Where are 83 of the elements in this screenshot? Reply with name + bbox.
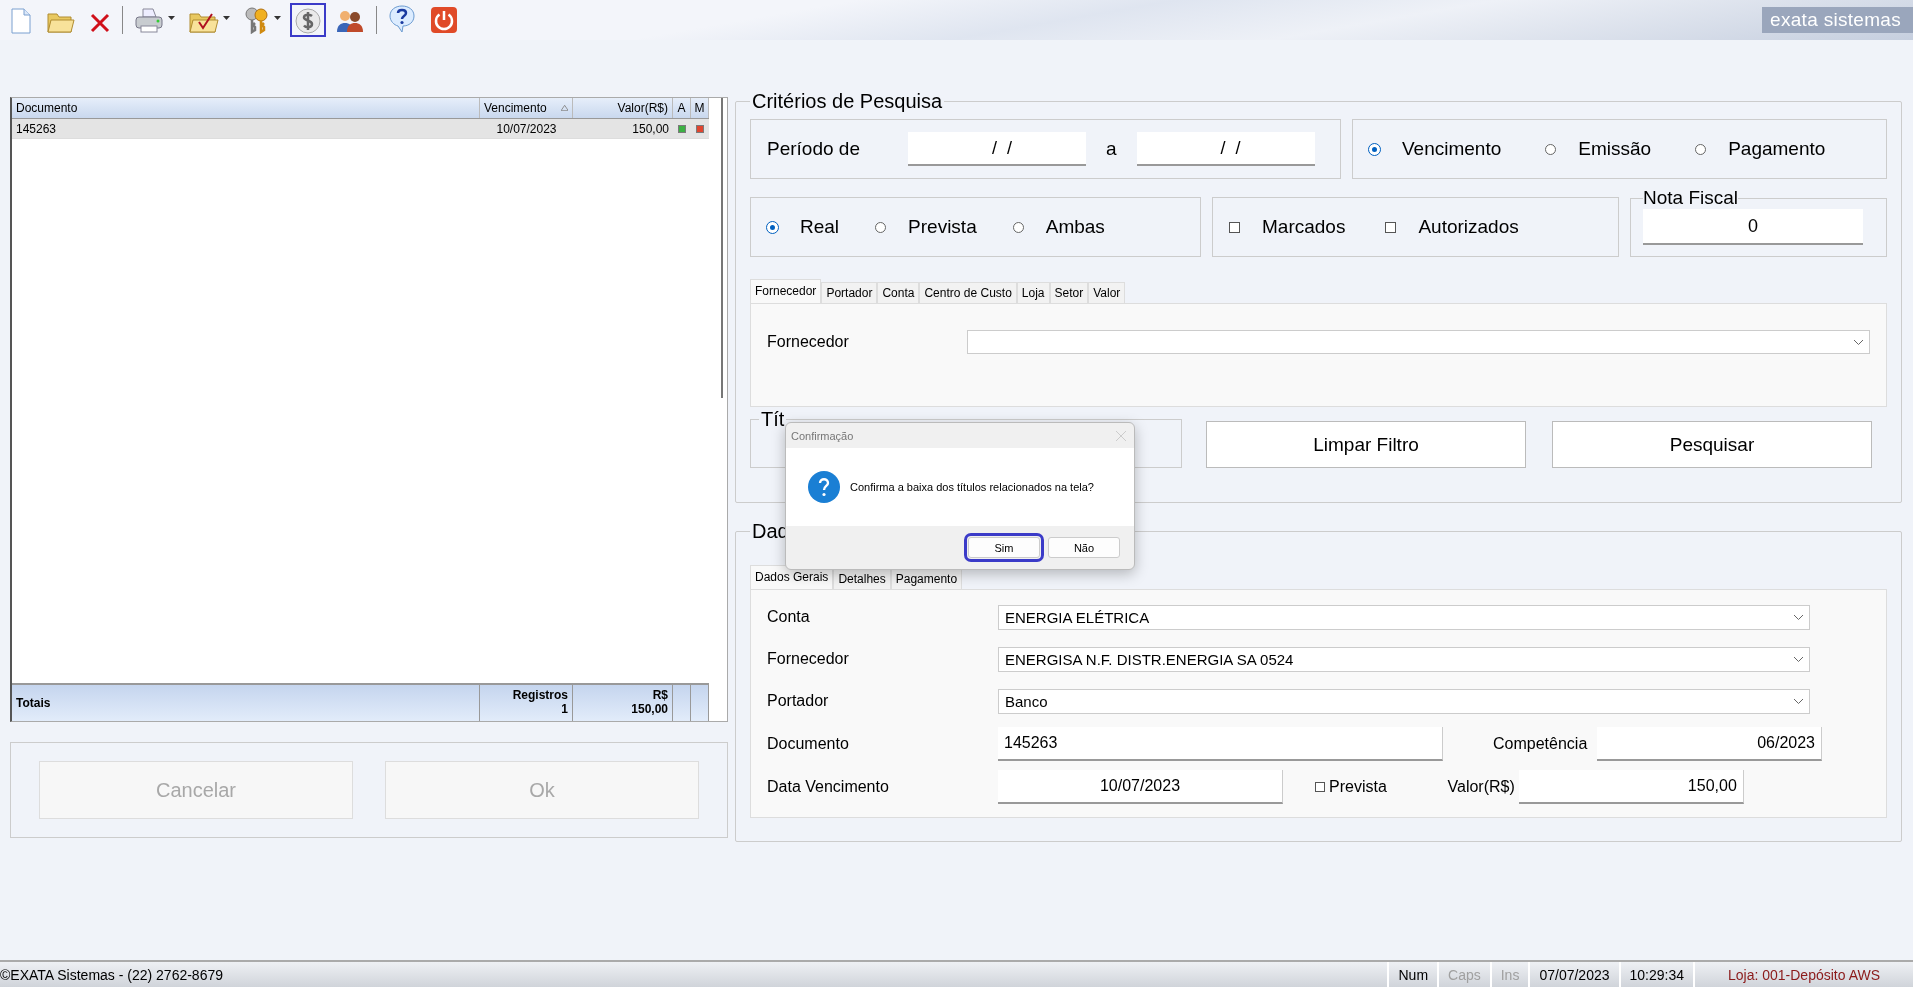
document-field[interactable]: 145263 bbox=[998, 726, 1443, 761]
field-label: Conta bbox=[767, 608, 811, 626]
power-icon bbox=[430, 6, 458, 34]
invoice-field[interactable]: 0 bbox=[1643, 209, 1863, 245]
amount-field[interactable]: 150,00 bbox=[1518, 769, 1744, 804]
search-button[interactable]: Pesquisar bbox=[1552, 421, 1872, 468]
dollar-icon bbox=[295, 8, 321, 34]
chevron-icon bbox=[1854, 339, 1863, 345]
key-indicator: Num bbox=[1387, 962, 1438, 987]
dialog-message: Confirma a baixa dos títulos relacionados na tela? bbox=[850, 481, 1094, 493]
checkbox-option[interactable]: Marcados bbox=[1229, 216, 1346, 238]
count-label: Registros bbox=[512, 688, 568, 702]
totals-label: Totais bbox=[12, 685, 480, 721]
chevron-icon bbox=[1794, 656, 1803, 662]
tab[interactable]: Setor bbox=[1049, 282, 1089, 303]
users-icon bbox=[335, 8, 365, 34]
tab[interactable]: Conta bbox=[877, 282, 920, 303]
tab[interactable]: Centro de Custo bbox=[919, 282, 1017, 303]
status-time: 10:29:34 bbox=[1618, 962, 1693, 987]
column-header[interactable]: Documento bbox=[12, 98, 480, 118]
field-label: a bbox=[1105, 138, 1117, 160]
column-header[interactable]: Valor(R$) bbox=[573, 98, 673, 118]
dropdown[interactable]: ENERGIA ELÉTRICA bbox=[998, 604, 1810, 630]
question-icon bbox=[808, 471, 840, 503]
date-field[interactable]: 10/07/2023 bbox=[998, 769, 1283, 804]
tab[interactable]: Portador bbox=[821, 282, 878, 303]
field-label: Valor(R$) bbox=[1446, 777, 1515, 796]
table-cell-text: 150,00 bbox=[631, 121, 670, 136]
brand-name: exata sistemas bbox=[1762, 7, 1913, 33]
column-header[interactable]: M bbox=[691, 98, 709, 118]
dropdown[interactable]: Banco bbox=[998, 688, 1810, 714]
field-label: Nota Fiscal bbox=[1643, 187, 1739, 209]
no-button[interactable]: Não bbox=[1048, 537, 1120, 558]
radio-option[interactable]: Vencimento bbox=[1369, 138, 1502, 160]
count-value: 1 bbox=[561, 702, 568, 716]
table-cell-text: 10/07/2023 bbox=[495, 121, 558, 136]
clear-filter-button[interactable]: Limpar Filtro bbox=[1206, 421, 1526, 468]
radio-option[interactable]: Emissão bbox=[1545, 138, 1652, 160]
field-label: Fornecedor bbox=[767, 650, 850, 668]
table-row[interactable]: 145263 10/07/2023 150,00 bbox=[12, 119, 709, 139]
field-label: Competência bbox=[1493, 734, 1589, 753]
folder-check-icon bbox=[189, 10, 219, 34]
sum-value: 150,00 bbox=[631, 702, 668, 716]
period-field[interactable]: 06/2023 bbox=[1597, 726, 1822, 761]
folder-icon bbox=[47, 10, 75, 34]
checkbox-option[interactable]: Prevista bbox=[1315, 777, 1387, 796]
field-label: Portador bbox=[767, 692, 830, 710]
field-label: Período de bbox=[767, 138, 860, 160]
checkbox-option[interactable]: Autorizados bbox=[1385, 216, 1519, 238]
radio-option[interactable]: Pagamento bbox=[1695, 138, 1826, 160]
sum-label: R$ bbox=[652, 688, 668, 702]
dropdown[interactable]: ENERGISA N.F. DISTR.ENERGIA SA 0524 bbox=[998, 646, 1810, 672]
chevron-icon bbox=[1794, 614, 1803, 620]
keys-icon bbox=[244, 6, 270, 34]
column-header[interactable]: Vencimento bbox=[480, 98, 573, 118]
radio-option[interactable]: Prevista bbox=[875, 216, 977, 238]
section-title: Critérios de Pesquisa bbox=[751, 90, 944, 113]
copyright-text: ©EXATA Sistemas - (22) 2762-8679 bbox=[0, 965, 224, 985]
table-cell-text: 145263 bbox=[15, 121, 58, 136]
new-document-icon bbox=[9, 8, 33, 34]
tab[interactable]: Detalhes bbox=[833, 568, 891, 589]
key-indicator: Ins bbox=[1489, 962, 1529, 987]
tab[interactable]: Valor bbox=[1088, 282, 1126, 303]
column-header[interactable]: A bbox=[673, 98, 691, 118]
toolbar-button[interactable] bbox=[290, 3, 326, 37]
radio-option[interactable]: Real bbox=[767, 216, 840, 238]
store-name: Loja: 001-Depósito AWS bbox=[1693, 962, 1913, 987]
section-title: Tít bbox=[760, 407, 786, 431]
help-icon bbox=[388, 4, 416, 34]
dialog-title: Confirmação bbox=[791, 429, 854, 442]
field-label: Documento bbox=[767, 734, 850, 753]
close-icon bbox=[89, 12, 111, 34]
date-field[interactable]: / / bbox=[907, 132, 1086, 166]
tab[interactable]: Loja bbox=[1016, 282, 1050, 303]
radio-option[interactable]: Ambas bbox=[1012, 216, 1105, 238]
date-field[interactable]: / / bbox=[1136, 132, 1315, 166]
chevron-icon bbox=[1794, 698, 1803, 704]
status-date: 07/07/2023 bbox=[1528, 962, 1619, 987]
key-indicator: Caps bbox=[1437, 962, 1490, 987]
printer-icon bbox=[134, 8, 164, 34]
tab[interactable]: Fornecedor bbox=[750, 279, 822, 303]
field-label: Data Vencimento bbox=[767, 777, 890, 796]
field-label: Fornecedor bbox=[767, 332, 850, 351]
